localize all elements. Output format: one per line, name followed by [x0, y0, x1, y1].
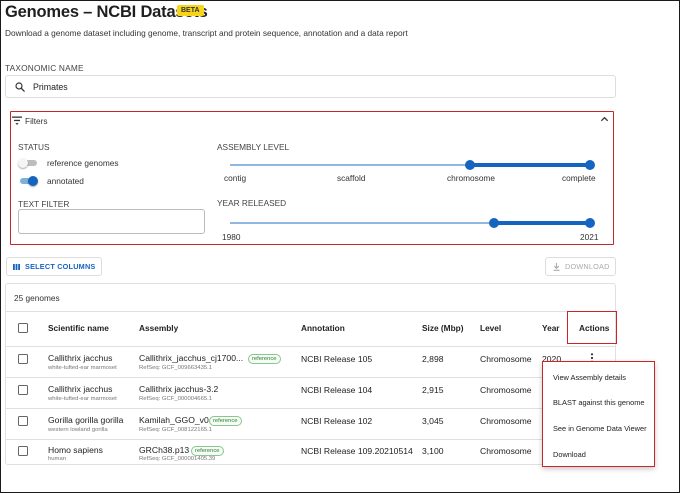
scientific-name[interactable]: Callithrix jacchus	[48, 353, 112, 363]
text-filter-label: TEXT FILTER	[18, 199, 70, 209]
annotation: NCBI Release 105	[301, 354, 373, 364]
column-header-annotation[interactable]: Annotation	[301, 323, 345, 333]
page-subtitle: Download a genome dataset including geno…	[5, 28, 408, 38]
size-mbp: 3,100	[422, 446, 444, 456]
reference-badge: reference	[209, 416, 242, 426]
download-icon	[553, 263, 560, 271]
refseq-accession: RefSeq: GCF_000004665.1	[139, 396, 213, 402]
assembly-level: Chromosome	[480, 446, 532, 456]
filters-title[interactable]: Filters	[25, 116, 48, 126]
taxonomic-name-label: TAXONOMIC NAME	[5, 63, 84, 73]
row-checkbox[interactable]	[18, 385, 28, 395]
menu-item-blast[interactable]: BLAST against this genome	[553, 398, 644, 407]
annotation: NCBI Release 102	[301, 416, 373, 426]
taxonomic-name-input[interactable]: Primates	[5, 75, 616, 98]
reference-badge: reference	[248, 354, 281, 364]
scientific-name[interactable]: Homo sapiens	[48, 445, 103, 455]
row-checkbox[interactable]	[18, 446, 28, 456]
beta-badge: BETA	[177, 5, 204, 16]
divider	[6, 311, 615, 312]
assembly-level: Chromosome	[480, 354, 532, 364]
assembly-level-tick: complete	[562, 173, 596, 183]
year-released-min-thumb[interactable]	[489, 218, 499, 228]
reference-genomes-label: reference genomes	[47, 158, 119, 168]
columns-icon	[13, 264, 20, 270]
actions-menu: View Assembly details BLAST against this…	[542, 361, 655, 467]
assembly-name[interactable]: Callithrix_jacchus_cj1700...	[139, 353, 243, 363]
assembly-level: Chromosome	[480, 385, 532, 395]
assembly-level-slider-range	[470, 163, 590, 167]
row-checkbox[interactable]	[18, 354, 28, 364]
annotation: NCBI Release 104	[301, 385, 373, 395]
assembly-level-tick: chromosome	[447, 173, 495, 183]
select-columns-button[interactable]: SELECT COLUMNS	[6, 257, 102, 276]
common-name: white-tufted-ear marmoset	[48, 365, 117, 371]
scientific-name[interactable]: Callithrix jacchus	[48, 384, 112, 394]
menu-item-download[interactable]: Download	[553, 450, 586, 459]
taxonomic-name-value: Primates	[33, 82, 68, 92]
refseq-accession: RefSeq: GCF_008122165.1	[139, 427, 213, 433]
assembly-name[interactable]: Callithrix jacchus-3.2	[139, 384, 218, 394]
refseq-accession: RefSeq: GCF_009663435.1	[139, 365, 213, 371]
year-released-label: YEAR RELEASED	[217, 198, 287, 208]
assembly-level-label: ASSEMBLY LEVEL	[217, 142, 290, 152]
assembly-level-min-thumb[interactable]	[465, 160, 475, 170]
results-table: 25 genomes Scientific name Assembly Anno…	[5, 283, 616, 465]
assembly-name[interactable]: GRCh38.p13	[139, 445, 189, 455]
assembly-level: Chromosome	[480, 416, 532, 426]
size-mbp: 3,045	[422, 416, 444, 426]
year-released-max-thumb[interactable]	[585, 218, 595, 228]
menu-item-genome-data-viewer[interactable]: See in Genome Data Viewer	[553, 424, 647, 433]
download-button[interactable]: DOWNLOAD	[545, 257, 616, 276]
column-header-year[interactable]: Year	[542, 323, 560, 333]
select-columns-label: SELECT COLUMNS	[25, 262, 96, 271]
status-label: STATUS	[18, 142, 50, 152]
year-released-slider-range	[494, 221, 590, 225]
assembly-level-tick: contig	[224, 173, 247, 183]
select-all-checkbox[interactable]	[18, 323, 28, 333]
common-name: human	[48, 456, 67, 462]
common-name: white-tufted-ear marmoset	[48, 396, 117, 402]
year-min-label: 1980	[222, 232, 241, 242]
table-row[interactable]: Callithrix jacchus white-tufted-ear marm…	[6, 347, 615, 377]
reference-genomes-toggle[interactable]	[18, 158, 38, 168]
refseq-accession: RefSeq: GCF_000001405.39	[139, 456, 216, 462]
filters-panel: Filters STATUS reference genomes annotat…	[10, 111, 614, 245]
column-header-scientific-name[interactable]: Scientific name	[48, 323, 109, 333]
table-row[interactable]: Homo sapiens human GRCh38.p13 reference …	[6, 440, 615, 465]
column-header-assembly[interactable]: Assembly	[139, 323, 178, 333]
chevron-up-icon[interactable]	[600, 115, 609, 123]
size-mbp: 2,915	[422, 385, 444, 395]
assembly-level-tick: scaffold	[337, 173, 366, 183]
reference-badge: reference	[191, 446, 224, 456]
assembly-name[interactable]: Kamilah_GGO_v0	[139, 415, 209, 425]
column-header-level[interactable]: Level	[480, 323, 501, 333]
annotated-toggle[interactable]	[18, 176, 38, 186]
year-max-label: 2021	[580, 232, 599, 242]
filter-icon	[12, 116, 22, 125]
download-label: DOWNLOAD	[565, 262, 610, 271]
menu-item-view-assembly-details[interactable]: View Assembly details	[553, 373, 626, 382]
genome-count: 25 genomes	[14, 293, 60, 303]
table-row[interactable]: Callithrix jacchus white-tufted-ear marm…	[6, 378, 615, 408]
size-mbp: 2,898	[422, 354, 444, 364]
common-name: western lowland gorilla	[48, 427, 108, 433]
annotated-label: annotated	[47, 176, 84, 186]
assembly-level-max-thumb[interactable]	[585, 160, 595, 170]
page: Genomes – NCBI Datasets BETA Download a …	[0, 0, 680, 493]
search-icon	[15, 82, 25, 92]
annotation: NCBI Release 109.20210514	[301, 446, 413, 456]
text-filter-input[interactable]	[18, 209, 205, 234]
row-checkbox[interactable]	[18, 416, 28, 426]
actions-header-highlight	[567, 311, 617, 344]
column-header-size[interactable]: Size (Mbp)	[422, 323, 463, 333]
table-row[interactable]: Gorilla gorilla gorilla western lowland …	[6, 409, 615, 439]
scientific-name[interactable]: Gorilla gorilla gorilla	[48, 415, 123, 425]
